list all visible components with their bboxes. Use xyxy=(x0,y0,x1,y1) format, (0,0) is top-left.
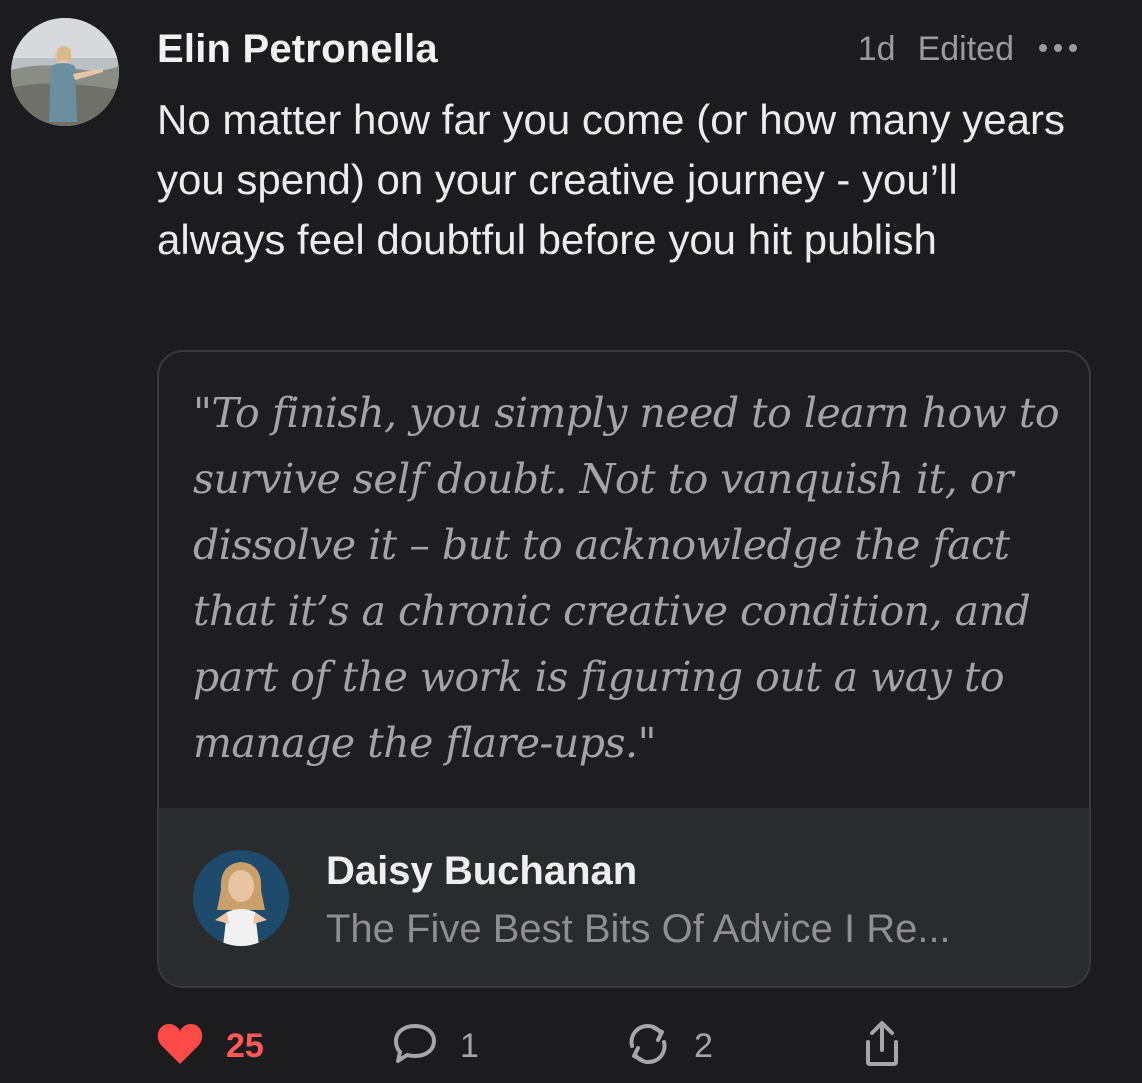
source-author-avatar xyxy=(193,850,289,946)
share-icon xyxy=(860,1020,904,1073)
quote-card[interactable]: "To finish, you simply need to learn how… xyxy=(157,350,1091,988)
speech-bubble-icon xyxy=(392,1022,438,1071)
source-author-name[interactable]: Daisy Buchanan xyxy=(326,846,637,896)
heart-icon xyxy=(156,1022,204,1071)
post-body: No matter how far you come (or how many … xyxy=(157,96,1066,263)
author-name[interactable]: Elin Petronella xyxy=(157,22,438,76)
restack-button[interactable]: 2 xyxy=(624,1018,713,1074)
note-post: Elin Petronella 1d Edited No matter how … xyxy=(0,0,1142,1083)
author-avatar[interactable] xyxy=(11,18,119,126)
edited-label: Edited xyxy=(917,30,1014,68)
like-button[interactable]: 25 xyxy=(156,1018,264,1074)
action-bar: 25 1 2 xyxy=(0,1010,1142,1080)
restack-arrows-icon xyxy=(624,1022,672,1071)
share-button[interactable] xyxy=(860,1018,904,1074)
post-timestamp: 1d xyxy=(857,30,896,68)
comment-count: 1 xyxy=(460,1027,479,1065)
ellipsis-icon[interactable] xyxy=(1036,36,1080,60)
source-post-title[interactable]: The Five Best Bits Of Advice I Re... xyxy=(326,904,951,954)
quote-source[interactable]: Daisy Buchanan The Five Best Bits Of Adv… xyxy=(159,808,1089,986)
comment-button[interactable]: 1 xyxy=(392,1018,479,1074)
quote-text: "To finish, you simply need to learn how… xyxy=(193,389,1060,767)
like-count: 25 xyxy=(226,1027,264,1065)
restack-count: 2 xyxy=(694,1027,713,1065)
